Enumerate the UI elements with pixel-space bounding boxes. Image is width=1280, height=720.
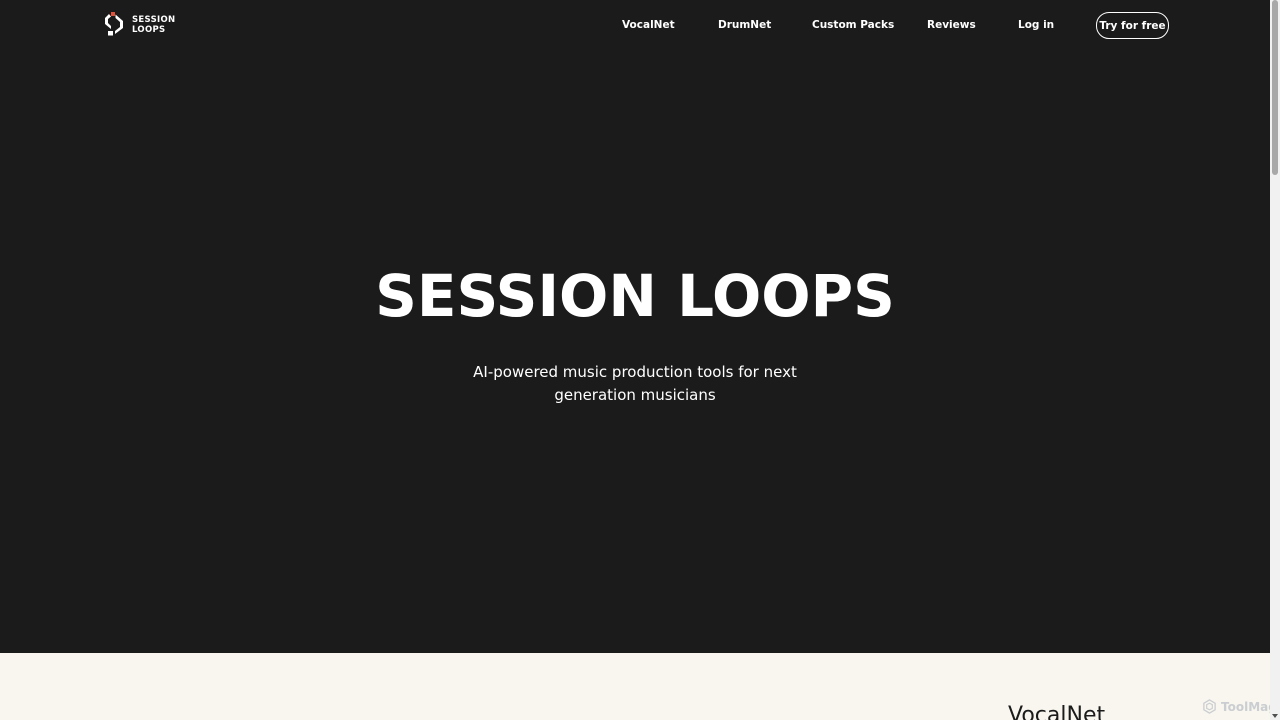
brand-line-1: SESSION [132, 14, 176, 25]
nav-link-reviews[interactable]: Reviews [927, 18, 976, 32]
nav-link-custom-packs[interactable]: Custom Packs [812, 18, 894, 32]
vocalnet-section: VocalNet [0, 653, 1270, 720]
scroll-down-arrow-icon[interactable] [1272, 714, 1278, 718]
nav-link-drumnet[interactable]: DrumNet [718, 18, 771, 32]
brand-wordmark: SESSION LOOPS [132, 15, 175, 36]
nav-link-vocalnet[interactable]: VocalNet [622, 18, 675, 32]
hero-section: SESSION LOOPS VocalNet DrumNet Custom Pa… [0, 0, 1270, 653]
nav-link-login[interactable]: Log in [1018, 18, 1054, 32]
page: SESSION LOOPS VocalNet DrumNet Custom Pa… [0, 0, 1280, 720]
hero-subtitle: AI-powered music production tools for ne… [473, 363, 797, 404]
vocalnet-section-heading: VocalNet [1008, 703, 1106, 720]
top-navbar: SESSION LOOPS VocalNet DrumNet Custom Pa… [0, 0, 1270, 50]
toolmage-watermark: ToolMage [1202, 699, 1280, 714]
brand-logo-link[interactable]: SESSION LOOPS [103, 12, 175, 38]
hero-title: SESSION LOOPS [375, 262, 895, 330]
session-loops-logo-icon [105, 12, 123, 36]
viewport: SESSION LOOPS VocalNet DrumNet Custom Pa… [0, 0, 1270, 720]
brand-line-2: LOOPS [132, 25, 166, 35]
vertical-scrollbar[interactable] [1270, 0, 1280, 720]
try-for-free-button[interactable]: Try for free [1096, 12, 1169, 39]
scrollbar-thumb[interactable] [1272, 0, 1278, 175]
toolmage-icon [1203, 699, 1216, 714]
